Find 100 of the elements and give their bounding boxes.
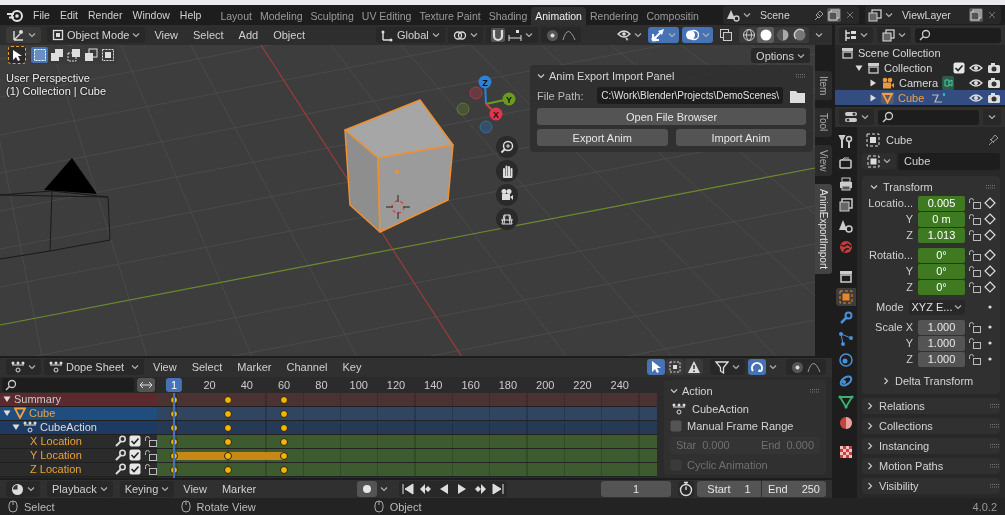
workspace-tab[interactable]: UV Editing (357, 7, 416, 25)
frame-number: 60 (277, 378, 291, 391)
menu-dropdown[interactable]: Keying (119, 481, 175, 497)
field-label: Start (707, 483, 731, 495)
frame-number: 100 (349, 378, 368, 391)
channel-row[interactable]: Summary (0, 392, 157, 407)
outliner-row[interactable]: Collection (835, 60, 1005, 75)
scene-selector[interactable]: Scene (723, 6, 859, 24)
item-label: Collection (884, 61, 934, 74)
menu-item[interactable]: Channel (280, 358, 334, 377)
panel-header[interactable]: Collections (862, 417, 1000, 434)
panel-header[interactable]: Relations (862, 397, 1000, 414)
view-layer-selector[interactable]: ViewLayer (865, 6, 1001, 24)
axis-handle[interactable]: Y (485, 92, 516, 106)
subpanel-header[interactable]: Delta Transform (866, 371, 996, 390)
panel-header[interactable]: Instancing (862, 437, 1000, 454)
view-layer-selector-name: ViewLayer (901, 9, 952, 21)
number-field[interactable]: 1.013 (918, 227, 965, 243)
menu-item[interactable]: View (147, 358, 183, 377)
panel-title: Action (682, 384, 713, 397)
menu-item[interactable]: Object (267, 26, 311, 44)
mode-dropdown[interactable]: Object Mode (47, 27, 146, 43)
checkbox-label: Cyclic Animation (687, 458, 768, 471)
field-label: Z (905, 353, 914, 366)
sidebar-tab[interactable]: View (815, 144, 832, 177)
number-field[interactable]: 1.000 (918, 335, 965, 351)
frame-number: 180 (498, 378, 518, 391)
field-value: 0.000 (702, 439, 730, 452)
workspace-tab[interactable]: Layout (216, 7, 256, 25)
channel-name: CubeAction (40, 421, 98, 434)
menu-item[interactable]: Window (127, 6, 175, 24)
menu-item[interactable]: Render (83, 6, 128, 24)
number-field[interactable]: 1.000 (918, 351, 965, 367)
workspace-tab[interactable]: Modeling (255, 7, 307, 25)
channel-name: Summary (14, 393, 63, 406)
field-label: Y (904, 265, 914, 278)
outliner-row[interactable]: Cube (835, 90, 1005, 105)
menu-item[interactable]: Marker (215, 480, 263, 498)
number-field[interactable]: 0° (918, 247, 965, 263)
menu-item[interactable]: View (177, 480, 213, 498)
panel-title: Collections (879, 419, 933, 432)
name-field[interactable]: Cube (898, 152, 1000, 170)
menu-item[interactable]: Key (336, 358, 368, 377)
file-path-field[interactable]: C:\Work\Blender\Projects\DemoScenes\ (597, 87, 783, 104)
options-dropdown[interactable]: Options (751, 48, 810, 63)
menu-item[interactable]: Help (174, 6, 207, 24)
workspace-tab[interactable]: Texture Paint (415, 7, 485, 25)
field-label: File Path: (537, 89, 585, 102)
menu-item[interactable]: View (148, 26, 185, 44)
frame-number: 120 (386, 378, 406, 391)
workspace-tab[interactable]: Sculpting (306, 7, 358, 25)
open-file-browser-button[interactable]: Open File Browser (537, 108, 806, 125)
panel-button[interactable]: Import Anim (675, 129, 806, 146)
menu-item[interactable]: Add (232, 26, 265, 44)
object-name: Cube (886, 133, 913, 146)
panel-title: Anim Export Import Panel (549, 69, 675, 82)
sidebar-tab[interactable]: Item (815, 71, 832, 101)
mode-dropdown[interactable]: XYZ E... (908, 299, 966, 315)
orientation-dropdown[interactable]: Global (376, 27, 445, 43)
status-hint: Object (389, 500, 422, 513)
frame-number: 40 (240, 378, 253, 391)
menu-item[interactable]: Select (187, 26, 230, 44)
menu-dropdown[interactable]: Playback (47, 481, 113, 497)
panel-header[interactable]: Visibility (862, 477, 1000, 494)
sidebar-tab[interactable]: AnimExportImport (815, 184, 832, 275)
panel-button[interactable]: Export Anim (537, 129, 668, 146)
number-field[interactable]: 0° (918, 279, 965, 295)
channel-name: Z Location (30, 463, 83, 476)
sidebar-tab[interactable]: Tool (815, 108, 832, 137)
number-field[interactable]: 1.000 (918, 319, 965, 335)
current-frame-indicator[interactable]: 1 (165, 377, 183, 392)
current-frame-field[interactable]: 1 (601, 481, 671, 497)
workspace-tab[interactable]: Shading (484, 7, 532, 25)
outliner-row[interactable]: Scene Collection (835, 45, 1005, 60)
field-value: 0.000 (786, 439, 814, 452)
field-value: 1 (744, 483, 751, 495)
field-label: Y (904, 337, 914, 350)
channel-name: X Location (30, 435, 83, 448)
mode-dropdown[interactable]: Dope Sheet (44, 359, 144, 376)
number-field[interactable]: 0 m (918, 211, 965, 227)
menu-item[interactable]: Edit (54, 6, 83, 24)
frame-start-field[interactable]: Start 1 (697, 481, 761, 497)
axis-handle[interactable]: Z (478, 75, 492, 105)
menu-item[interactable]: Select (185, 358, 229, 377)
workspace-tab[interactable]: Animation (531, 7, 586, 25)
outliner-row[interactable]: Camera (835, 75, 1005, 90)
panel-title: Relations (879, 399, 925, 412)
field-label: Star (676, 439, 697, 452)
number-field[interactable]: 0° (918, 263, 965, 279)
workspace-tab[interactable]: Rendering (585, 7, 643, 25)
panel-title: Delta Transform (895, 374, 974, 387)
panel-header[interactable]: Motion Paths (862, 457, 1000, 474)
frame-number: 20 (203, 378, 216, 391)
workspace-tab[interactable]: Compositin (642, 7, 703, 25)
frame-end-field[interactable]: End 250 (762, 481, 826, 497)
menu-item[interactable]: File (28, 6, 55, 24)
menu-item[interactable]: Marker (231, 358, 278, 377)
status-hint: Rotate View (196, 500, 256, 513)
field-value: 250 (801, 483, 820, 495)
field-label: End (760, 439, 781, 452)
